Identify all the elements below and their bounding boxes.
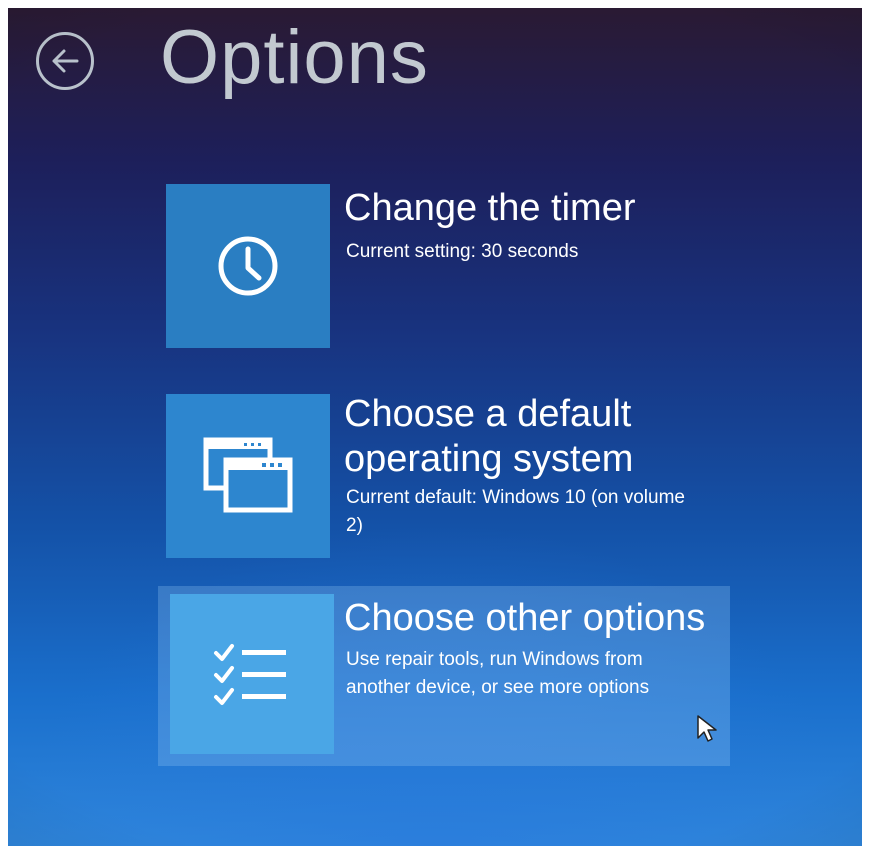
default-os-tile[interactable]: [166, 394, 330, 558]
mouse-pointer-icon: [697, 715, 717, 742]
checklist-icon: [214, 644, 286, 705]
timer-tile[interactable]: [166, 184, 330, 348]
option-subtitle: Use repair tools, run Windows from anoth…: [346, 649, 650, 698]
windows-stack-icon: [203, 437, 293, 513]
boot-options-screen: Options Change the timer Current setting…: [8, 8, 862, 846]
option-title: Change the timer: [344, 187, 636, 229]
default-os-option[interactable]: Choose a default operating system Curren…: [158, 390, 718, 562]
option-title-line-2: operating system: [344, 437, 634, 480]
clock-icon: [218, 236, 278, 296]
page-title: Options: [160, 15, 429, 100]
back-button[interactable]: [36, 32, 94, 90]
other-options-option[interactable]: Choose other options Use repair tools, r…: [158, 586, 730, 766]
option-title: Choose a default operating system: [344, 392, 633, 482]
change-timer-option[interactable]: Change the timer Current setting: 30 sec…: [158, 180, 718, 352]
option-subtitle: Current setting: 30 seconds: [346, 241, 579, 262]
option-title-line-1: Choose a default: [344, 393, 632, 435]
other-options-tile[interactable]: [170, 594, 334, 754]
back-arrow-icon: [52, 49, 79, 73]
option-subtitle: Current default: Windows 10 (on volume 2…: [346, 487, 685, 536]
option-title: Choose other options: [344, 597, 706, 639]
